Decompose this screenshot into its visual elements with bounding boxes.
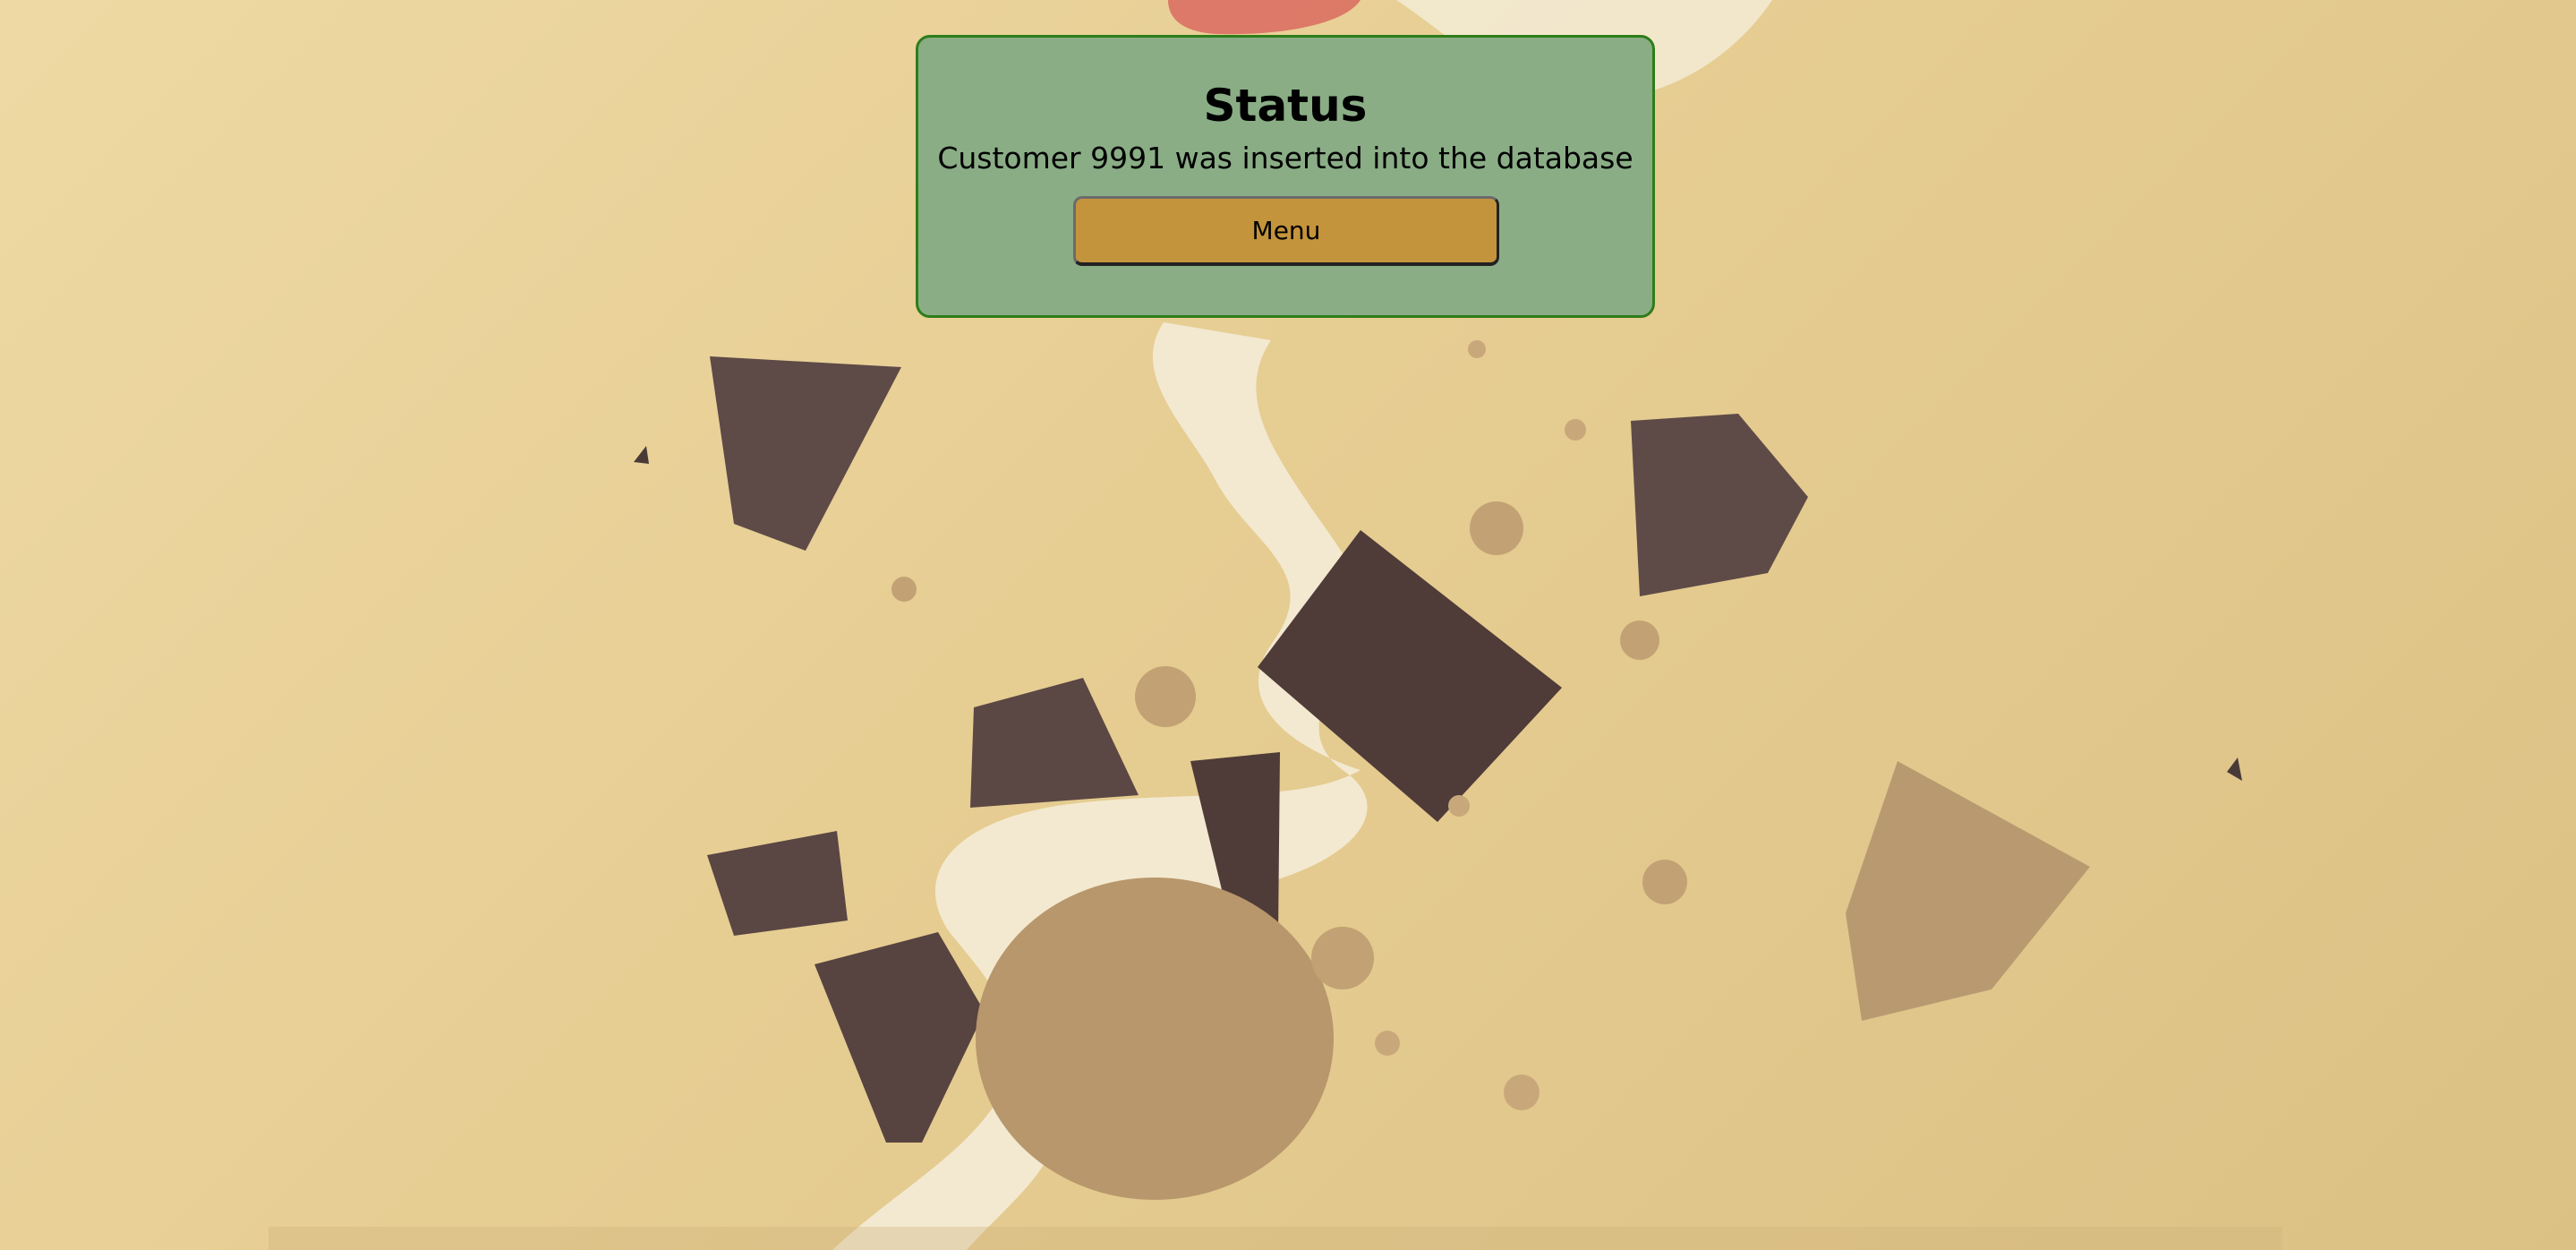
crumb (1135, 666, 1196, 727)
crumb (1620, 621, 1659, 660)
crumb (1504, 1074, 1540, 1110)
chocolate-piece-2 (1631, 414, 1808, 596)
bottom-shadow (269, 1227, 2282, 1250)
chocolate-piece-4 (970, 678, 1139, 808)
page: Status Customer 9991 was inserted into t… (0, 0, 2576, 1250)
crumb (1470, 501, 1523, 555)
menu-button[interactable]: Menu (1073, 196, 1499, 266)
chocolate-piece-1 (710, 356, 901, 551)
strawberry (1168, 0, 1361, 35)
cookie-right (1846, 761, 2090, 1021)
status-title: Status (1203, 80, 1368, 132)
crumb (1311, 927, 1374, 989)
chocolate-piece-5 (707, 831, 848, 936)
status-card: Status Customer 9991 was inserted into t… (916, 35, 1655, 318)
status-message: Customer 9991 was inserted into the data… (937, 141, 1633, 176)
crumb (891, 577, 917, 602)
chocolate-piece-6 (815, 932, 985, 1143)
crumb (1468, 340, 1486, 358)
crumb (1448, 795, 1470, 817)
crumb (1565, 419, 1586, 441)
cookie-main (976, 878, 1334, 1200)
chocolate-chip-small-2 (2227, 758, 2242, 781)
chocolate-chip-small-1 (634, 446, 649, 464)
crumb (1375, 1031, 1400, 1056)
crumb (1642, 860, 1687, 904)
